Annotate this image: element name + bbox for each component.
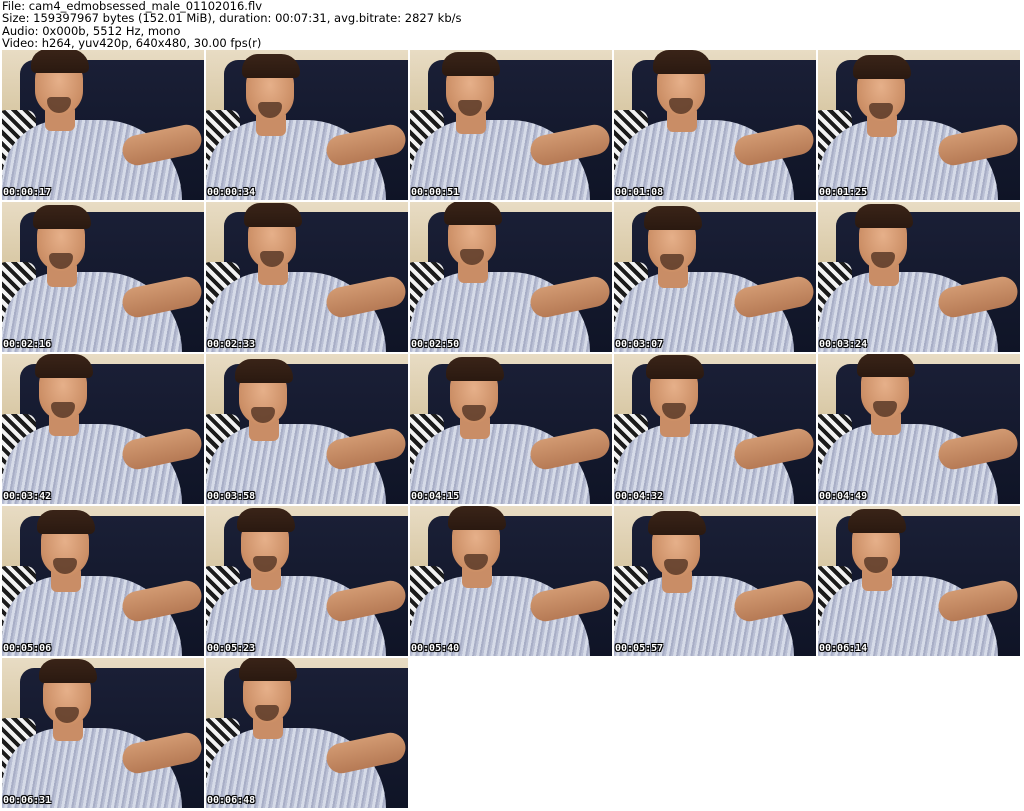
video-thumbnail: 00:00:51 — [410, 50, 612, 200]
frame-hair — [33, 205, 91, 229]
frame-hair — [242, 54, 300, 78]
thumbnail-timestamp: 00:03:58 — [207, 491, 256, 502]
thumbnail-timestamp: 00:02:50 — [411, 339, 460, 350]
thumbnail-timestamp: 00:00:51 — [411, 187, 460, 198]
thumbnail-timestamp: 00:05:40 — [411, 643, 460, 654]
video-thumbnail: 00:05:23 — [206, 506, 408, 656]
thumbnail-timestamp: 00:03:42 — [3, 491, 52, 502]
video-thumbnail: 00:03:24 — [818, 202, 1020, 352]
thumbnail-timestamp: 00:02:33 — [207, 339, 256, 350]
frame-hair — [448, 506, 506, 530]
frame-hair — [444, 202, 502, 225]
thumbnail-timestamp: 00:01:25 — [819, 187, 868, 198]
video-thumbnail: 00:00:34 — [206, 50, 408, 200]
frame-hair — [853, 55, 911, 79]
thumbnail-timestamp: 00:01:08 — [615, 187, 664, 198]
frame-hair — [446, 357, 504, 381]
video-thumbnail: 00:04:49 — [818, 354, 1020, 504]
video-thumbnail: 00:01:25 — [818, 50, 1020, 200]
video-thumbnail: 00:02:50 — [410, 202, 612, 352]
frame-hair — [646, 355, 704, 379]
thumbnail-timestamp: 00:06:14 — [819, 643, 868, 654]
frame-hair — [442, 52, 500, 76]
video-thumbnail: 00:06:14 — [818, 506, 1020, 656]
video-thumbnail: 00:01:08 — [614, 50, 816, 200]
frame-hair — [848, 509, 906, 533]
thumbnail-timestamp: 00:06:31 — [3, 795, 52, 806]
thumbnail-grid: 00:00:17 00:00:34 00:00:51 00:01:08 00:01:25… — [2, 50, 1024, 811]
file-info-header: File: cam4_edmobsessed_male_01102016.flv… — [2, 0, 1020, 50]
frame-hair — [35, 354, 93, 378]
video-thumbnail: 00:00:17 — [2, 50, 204, 200]
frame-hair — [39, 659, 97, 683]
video-thumbnail: 00:03:58 — [206, 354, 408, 504]
video-thumbnail: 00:04:15 — [410, 354, 612, 504]
frame-hair — [235, 359, 293, 383]
thumbnail-timestamp: 00:00:34 — [207, 187, 256, 198]
thumbnail-timestamp: 00:04:15 — [411, 491, 460, 502]
frame-hair — [648, 511, 706, 535]
video-thumbnail: 00:04:32 — [614, 354, 816, 504]
video-thumbnail: 00:06:48 — [206, 658, 408, 808]
thumbnail-timestamp: 00:06:48 — [207, 795, 256, 806]
video-thumbnail: 00:02:33 — [206, 202, 408, 352]
frame-hair — [857, 354, 915, 377]
video-thumbnail: 00:03:07 — [614, 202, 816, 352]
thumbnail-timestamp: 00:05:23 — [207, 643, 256, 654]
thumbnail-timestamp: 00:05:57 — [615, 643, 664, 654]
frame-hair — [644, 206, 702, 230]
thumbnail-timestamp: 00:05:06 — [3, 643, 52, 654]
video-thumbnail: 00:05:40 — [410, 506, 612, 656]
thumbnail-timestamp: 00:03:24 — [819, 339, 868, 350]
thumbnail-timestamp: 00:00:17 — [3, 187, 52, 198]
frame-hair — [653, 50, 711, 74]
thumbnail-timestamp: 00:04:49 — [819, 491, 868, 502]
thumbnail-timestamp: 00:03:07 — [615, 339, 664, 350]
frame-hair — [237, 508, 295, 532]
video-thumbnail: 00:03:42 — [2, 354, 204, 504]
thumbnail-timestamp: 00:02:16 — [3, 339, 52, 350]
frame-hair — [31, 50, 89, 73]
frame-hair — [37, 510, 95, 534]
video-thumbnail: 00:05:57 — [614, 506, 816, 656]
frame-hair — [239, 658, 297, 681]
video-thumbnail: 00:05:06 — [2, 506, 204, 656]
thumbnail-timestamp: 00:04:32 — [615, 491, 664, 502]
file-size-line: Size: 159397967 bytes (152.01 MiB), dura… — [2, 11, 462, 26]
video-thumbnail: 00:06:31 — [2, 658, 204, 808]
frame-hair — [855, 204, 913, 228]
frame-hair — [244, 203, 302, 227]
video-info-line: Video: h264, yuv420p, 640x480, 30.00 fps… — [2, 36, 262, 51]
video-thumbnail: 00:02:16 — [2, 202, 204, 352]
